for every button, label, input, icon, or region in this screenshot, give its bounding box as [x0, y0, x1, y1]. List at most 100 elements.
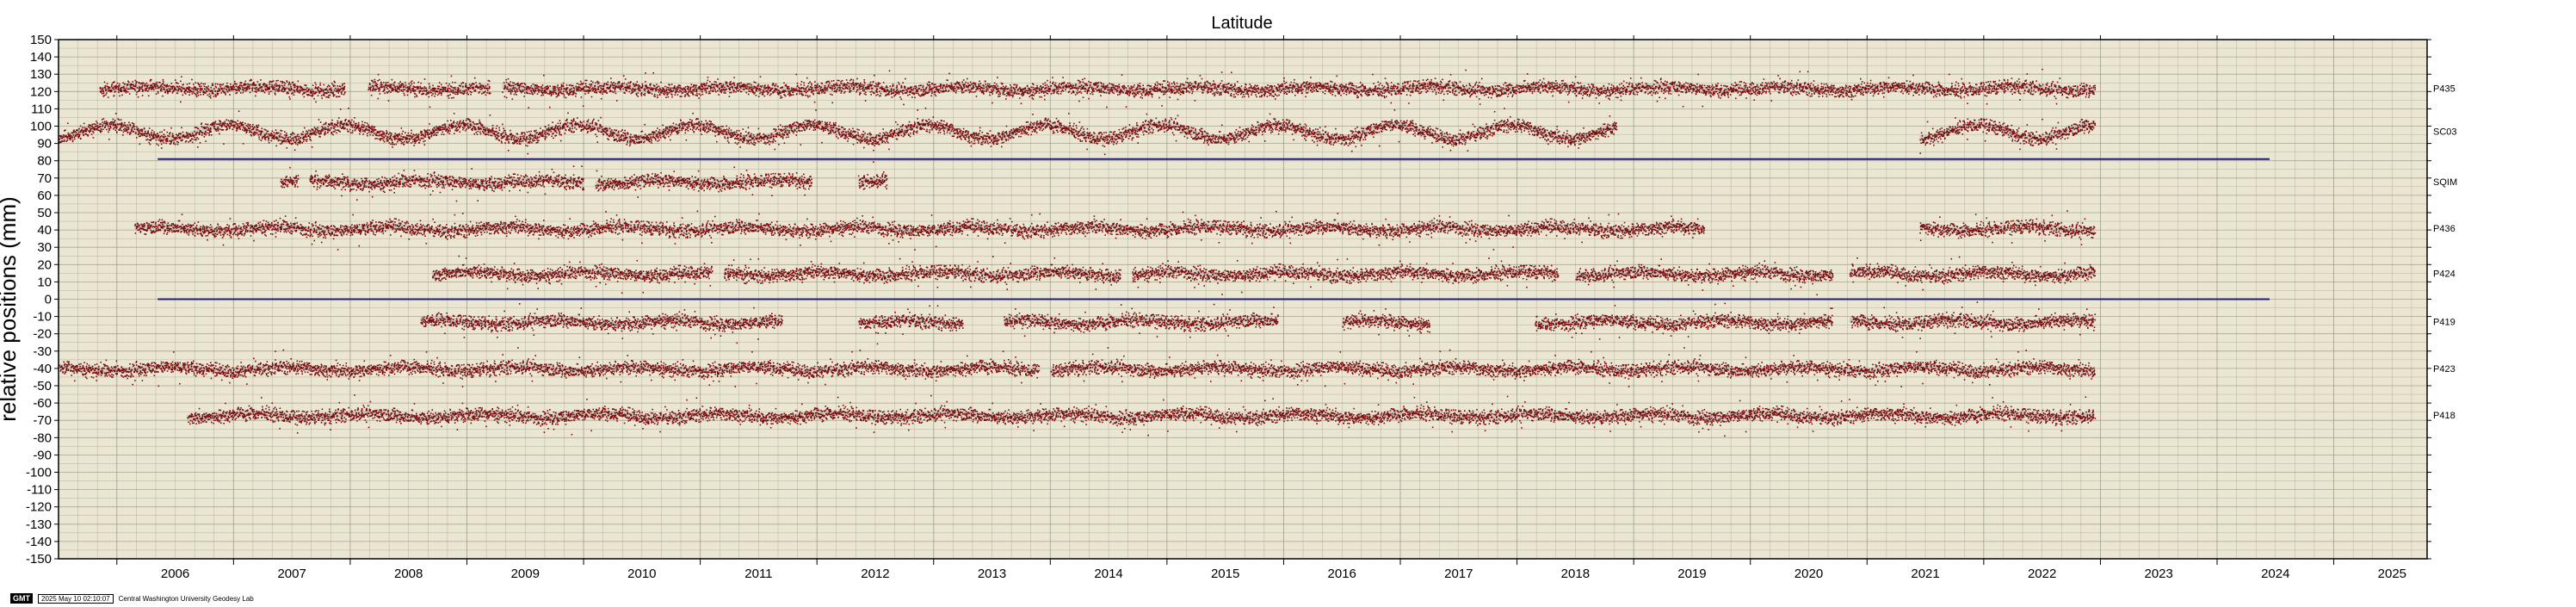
data-point — [1056, 89, 1058, 90]
data-point — [930, 95, 932, 97]
data-point — [1425, 89, 1427, 90]
data-point — [572, 87, 575, 89]
data-point — [888, 91, 890, 94]
data-point — [126, 90, 127, 92]
data-point — [249, 91, 251, 94]
data-point — [510, 88, 512, 90]
data-point — [1429, 86, 1431, 89]
data-point — [124, 83, 127, 85]
data-point — [1251, 92, 1253, 94]
data-point — [1103, 91, 1104, 94]
data-point — [241, 85, 243, 87]
data-point — [1403, 88, 1405, 90]
data-point — [1381, 84, 1383, 87]
data-point — [328, 95, 330, 96]
data-point — [1162, 91, 1164, 93]
data-point — [562, 92, 565, 95]
data-point — [381, 84, 383, 86]
data-point — [384, 84, 386, 87]
data-point — [1186, 90, 1188, 92]
data-point — [553, 93, 554, 95]
data-point — [486, 87, 489, 90]
data-point — [1414, 80, 1417, 82]
data-point — [695, 89, 698, 90]
data-point — [1267, 84, 1269, 86]
data-point — [451, 90, 453, 93]
data-point — [1047, 88, 1050, 90]
data-point — [1231, 84, 1232, 86]
data-point — [740, 82, 742, 84]
data-point — [832, 79, 835, 82]
data-point — [162, 80, 164, 83]
data-point — [429, 106, 431, 108]
data-point — [1364, 88, 1367, 90]
data-point — [753, 87, 756, 89]
data-point — [286, 80, 288, 82]
data-point — [900, 98, 903, 100]
data-point — [167, 92, 169, 95]
data-point — [701, 89, 704, 90]
data-point — [1278, 94, 1280, 96]
data-point — [116, 82, 119, 84]
data-point — [1339, 84, 1341, 86]
data-point — [607, 84, 608, 86]
data-point — [1063, 83, 1065, 84]
data-point — [901, 86, 903, 89]
data-point — [1455, 90, 1457, 92]
data-point — [756, 87, 757, 90]
data-point — [619, 84, 621, 87]
data-point — [1363, 90, 1366, 92]
data-point — [246, 89, 248, 91]
data-point — [709, 92, 711, 95]
data-point — [535, 90, 537, 91]
data-point — [305, 89, 307, 90]
data-point — [917, 90, 919, 91]
data-point — [1131, 87, 1133, 89]
data-point — [1100, 95, 1102, 96]
data-point — [333, 90, 336, 91]
data-point — [595, 89, 597, 91]
data-point — [1047, 90, 1050, 92]
data-point — [451, 86, 453, 88]
data-point — [112, 82, 114, 84]
data-point — [302, 89, 305, 91]
data-point — [135, 81, 138, 83]
data-point — [1299, 89, 1301, 90]
data-point — [1019, 90, 1022, 92]
data-point — [473, 77, 476, 79]
data-point — [736, 87, 738, 89]
data-point — [1423, 85, 1424, 88]
data-point — [225, 88, 227, 90]
data-point — [647, 90, 649, 91]
data-point — [572, 90, 575, 93]
data-point — [508, 89, 510, 90]
data-point — [791, 87, 793, 90]
data-point — [488, 88, 490, 90]
data-point — [547, 85, 549, 87]
data-point — [684, 86, 687, 88]
data-point — [1152, 89, 1154, 90]
data-point — [1257, 90, 1258, 93]
data-point — [292, 92, 294, 94]
data-point — [989, 94, 991, 96]
data-point — [412, 90, 415, 91]
data-point — [1280, 84, 1282, 86]
data-point — [404, 94, 405, 96]
data-point — [1277, 84, 1279, 85]
data-point — [766, 90, 769, 91]
data-point — [875, 83, 877, 84]
data-point — [712, 90, 714, 91]
data-point — [127, 91, 129, 93]
data-point — [1214, 92, 1215, 94]
data-point — [226, 91, 229, 93]
data-point — [688, 89, 689, 90]
data-point — [1298, 86, 1300, 89]
data-point — [102, 90, 104, 91]
data-point — [801, 87, 803, 89]
data-point — [814, 84, 817, 87]
data-point — [134, 85, 137, 88]
data-point — [583, 90, 585, 91]
data-point — [1350, 87, 1353, 89]
data-point — [1214, 86, 1216, 89]
data-point — [692, 92, 694, 94]
